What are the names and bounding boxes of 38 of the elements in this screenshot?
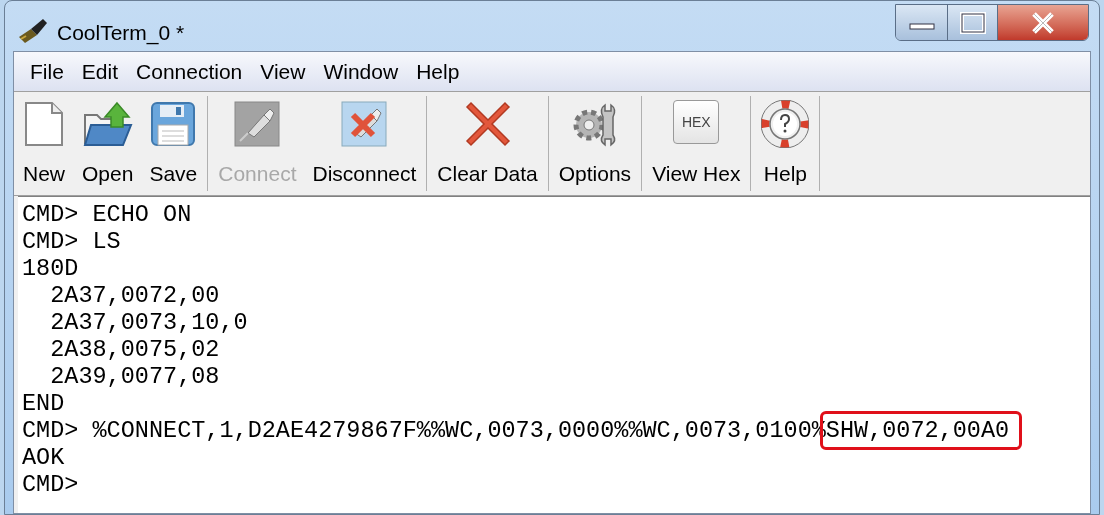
maximize-icon bbox=[959, 11, 986, 34]
toolbar-button[interactable]: New bbox=[14, 96, 74, 191]
menu-item[interactable]: View bbox=[252, 55, 314, 88]
plug-icon bbox=[234, 101, 281, 147]
unplug-icon bbox=[341, 101, 388, 147]
cross-icon bbox=[464, 101, 511, 147]
menu-item[interactable]: Connection bbox=[128, 55, 251, 88]
folder-icon bbox=[82, 101, 133, 147]
toolbar-button[interactable]: Clear Data bbox=[429, 96, 546, 191]
menu-item[interactable]: Window bbox=[315, 55, 407, 88]
terminal-line: CMD> LS bbox=[22, 228, 121, 255]
close-button[interactable] bbox=[998, 5, 1088, 40]
menu-item[interactable]: File bbox=[22, 55, 72, 88]
terminal-line: CMD> ECHO ON bbox=[22, 201, 192, 228]
window-title: CoolTerm_0 * bbox=[57, 20, 185, 47]
minimize-icon bbox=[908, 23, 935, 30]
terminal-line: 2A37,0073,10,0 bbox=[49, 309, 248, 336]
document-icon bbox=[22, 101, 66, 147]
toolbar-button[interactable]: Options bbox=[550, 96, 640, 191]
menu-item[interactable]: Help bbox=[408, 55, 468, 88]
menu-item[interactable]: Edit bbox=[73, 55, 127, 88]
terminal-line: 180D bbox=[22, 255, 79, 282]
terminal-line: 2A38,0075,02 bbox=[49, 336, 220, 363]
terminal-line: 2A37,0072,00 bbox=[49, 282, 220, 309]
terminal-line: CMD> bbox=[22, 471, 79, 498]
close-icon bbox=[1030, 10, 1056, 35]
minimize-button[interactable] bbox=[896, 5, 948, 40]
hex-icon: HEX bbox=[673, 100, 720, 144]
lifebuoy-icon bbox=[761, 100, 810, 148]
maximize-button[interactable] bbox=[948, 5, 998, 40]
toolbar-button[interactable]: HEX View Hex bbox=[644, 96, 749, 191]
terminal-line: 2A39,0077,08 bbox=[49, 363, 220, 390]
toolbar-button[interactable]: Save bbox=[141, 96, 206, 191]
toolbar-button[interactable]: Help bbox=[753, 96, 818, 191]
toolbar-button[interactable]: Open bbox=[74, 96, 142, 191]
terminal-line: END bbox=[22, 390, 65, 417]
terminal-line: AOK bbox=[22, 444, 65, 471]
toolbar-button[interactable]: Disconnect bbox=[304, 96, 425, 191]
